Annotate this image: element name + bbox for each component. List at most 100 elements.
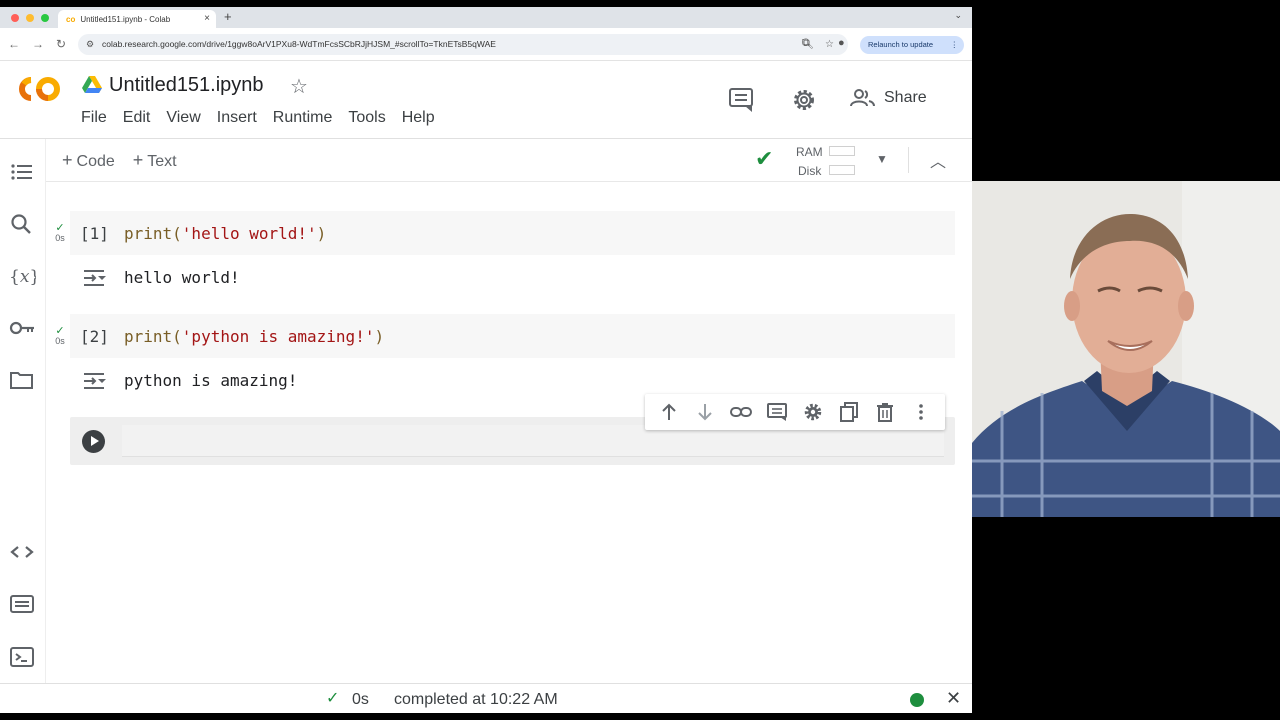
bookmark-star-icon[interactable]: ☆ [825, 34, 834, 55]
tab-search-chevron-icon[interactable]: ⌄ [954, 10, 962, 21]
ram-meter [829, 146, 855, 156]
output-actions-icon[interactable] [82, 268, 108, 288]
status-completed-text[interactable]: completed at 10:22 AM [394, 691, 558, 709]
close-statusbar-icon[interactable]: ✕ [946, 688, 961, 709]
output-actions-icon[interactable] [82, 371, 108, 391]
cell-2-exec-count: [2] [80, 327, 109, 346]
mirror-cell-icon[interactable] [838, 401, 860, 423]
move-up-arrow-icon[interactable] [658, 401, 680, 423]
ram-disk-indicator[interactable]: RAM Disk [796, 143, 823, 181]
menu-help[interactable]: Help [402, 109, 435, 127]
google-drive-icon[interactable] [82, 76, 102, 94]
webcam-overlay [972, 181, 1280, 517]
collapse-header-chevron-icon[interactable]: ︿ [930, 148, 946, 172]
move-down-arrow-icon[interactable] [694, 401, 716, 423]
url-bar[interactable]: ⚙ colab.research.google.com/drive/1ggw8o… [78, 34, 848, 55]
colab-favicon-icon: co [66, 14, 76, 24]
share-label: Share [884, 89, 927, 106]
plus-icon: + [132, 150, 144, 170]
new-tab-button[interactable]: + [224, 9, 232, 24]
extensions-icon[interactable]: ⧉ [802, 37, 810, 50]
more-options-icon[interactable] [910, 401, 932, 423]
link-icon[interactable] [730, 401, 752, 423]
svg-text:{𝑥}: {𝑥} [9, 267, 36, 287]
status-check-icon: ✓ [326, 690, 340, 707]
command-palette-icon[interactable] [8, 592, 36, 616]
cell-2-status[interactable]: ✓ 0s [50, 325, 70, 347]
star-icon[interactable]: ☆ [290, 74, 308, 99]
table-of-contents-icon[interactable] [8, 160, 36, 184]
maximize-window-button[interactable] [41, 14, 49, 22]
back-arrow-icon[interactable]: ← [8, 37, 20, 51]
connected-check-icon[interactable]: ✔ [755, 146, 773, 172]
header-divider [0, 138, 972, 139]
minimize-window-button[interactable] [26, 14, 34, 22]
url-text: colab.research.google.com/drive/1ggw8oAr… [102, 39, 496, 49]
browser-tab-active[interactable]: co Untitled151.ipynb - Colab × [58, 10, 216, 28]
terminal-icon[interactable] [8, 645, 36, 669]
colab-logo[interactable] [14, 72, 64, 106]
code-paren: ) [374, 327, 385, 346]
statusbar-divider [0, 683, 972, 684]
relaunch-label: Relaunch to update [868, 40, 934, 49]
cell-success-check-icon: ✓ [55, 325, 65, 337]
menu-runtime[interactable]: Runtime [273, 109, 333, 127]
gear-icon[interactable] [802, 401, 824, 423]
code-cell-2[interactable]: [2] print('python is amazing!') [70, 314, 955, 358]
tab-bar: co Untitled151.ipynb - Colab × + ⌄ [0, 7, 972, 28]
variables-icon[interactable]: {𝑥} [8, 264, 36, 288]
close-window-button[interactable] [11, 14, 19, 22]
connection-status-dot[interactable] [910, 693, 924, 707]
toolbar-divider [908, 147, 909, 173]
disk-label: Disk [798, 164, 822, 178]
runtime-dropdown-icon[interactable]: ▼ [876, 152, 888, 166]
relaunch-button[interactable]: Relaunch to update ⋮ [860, 36, 964, 54]
toolbar-divider-bottom [46, 181, 972, 182]
code-cell-1[interactable]: [1] print('hello world!') [70, 211, 955, 255]
plus-icon: + [62, 150, 73, 170]
menu-tools[interactable]: Tools [348, 109, 385, 127]
folder-icon[interactable] [8, 368, 36, 392]
profile-icon[interactable]: ● [838, 37, 845, 49]
cell-1-code[interactable]: print('hello world!') [124, 224, 326, 243]
comment-icon[interactable] [766, 401, 788, 423]
code-fn: print( [124, 224, 182, 243]
close-tab-icon[interactable]: × [204, 13, 210, 24]
ram-label: RAM [796, 145, 823, 159]
status-run-time: 0s [352, 691, 369, 708]
menu-insert[interactable]: Insert [217, 109, 257, 127]
share-people-icon [850, 89, 875, 107]
key-icon[interactable] [8, 316, 36, 340]
reload-icon[interactable]: ↻ [56, 37, 66, 51]
insert-toolbar: + Code + Text [62, 150, 177, 171]
add-text-label: Text [147, 153, 177, 170]
cell-1-exec-count: [1] [80, 224, 109, 243]
gear-icon[interactable] [789, 86, 819, 114]
menu-bar: File Edit View Insert Runtime Tools Help [81, 109, 451, 127]
site-settings-icon[interactable]: ⚙ [86, 34, 94, 55]
share-button[interactable]: Share [850, 88, 927, 108]
presenter-video-image [972, 181, 1280, 517]
cell-toolbar [645, 394, 945, 430]
menu-edit[interactable]: Edit [123, 109, 151, 127]
cell-success-check-icon: ✓ [55, 222, 65, 234]
cell-1-run-time: 0s [55, 233, 65, 243]
search-icon[interactable] [8, 212, 36, 236]
cell-2-run-time: 0s [55, 336, 65, 346]
code-string: 'hello world!' [181, 224, 317, 243]
comment-icon[interactable] [727, 86, 757, 114]
add-text-button[interactable]: + Text [133, 150, 177, 171]
cell-2-code[interactable]: print('python is amazing!') [124, 327, 384, 346]
forward-arrow-icon[interactable]: → [32, 37, 44, 51]
code-snippets-icon[interactable] [8, 540, 36, 564]
cell-1-status[interactable]: ✓ 0s [50, 222, 70, 244]
run-cell-button[interactable] [82, 430, 105, 453]
delete-trash-icon[interactable] [874, 401, 896, 423]
code-paren: ) [316, 224, 327, 243]
menu-file[interactable]: File [81, 109, 107, 127]
disk-meter [829, 165, 855, 175]
menu-view[interactable]: View [166, 109, 200, 127]
notebook-title[interactable]: Untitled151.ipynb [109, 74, 264, 97]
code-fn: print( [124, 327, 182, 346]
add-code-button[interactable]: + Code [62, 150, 115, 171]
